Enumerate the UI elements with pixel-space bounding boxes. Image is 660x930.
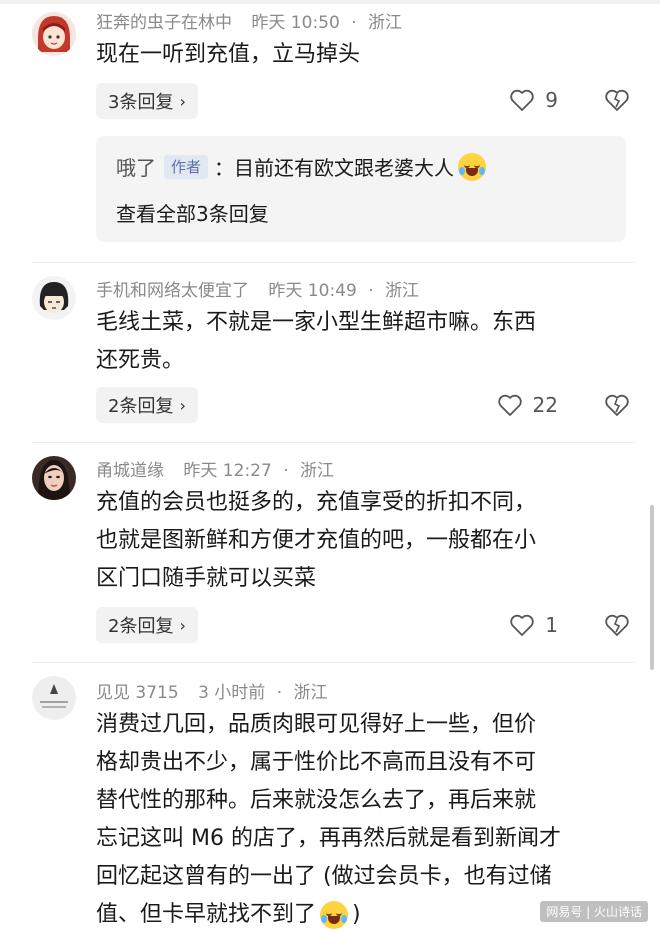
separator: · bbox=[283, 461, 289, 481]
replies-label: 2条回复 bbox=[108, 616, 174, 637]
timestamp: 昨天 12:27 bbox=[183, 461, 272, 481]
replies-button[interactable]: 2条回复 › bbox=[96, 387, 198, 423]
comment-item: 见见 3715 3 小时前 · 浙江 消费过几回，品质肉眼可见得好上一些，但价 … bbox=[0, 670, 660, 930]
username[interactable]: 甬城道缘 bbox=[96, 461, 164, 481]
comment-text: 现在一听到充值，立马掉头 bbox=[96, 36, 636, 74]
comment-text-line: 区门口随手就可以买菜 bbox=[96, 566, 317, 591]
avatar-image bbox=[32, 276, 76, 320]
sub-reply-text: ：目前还有欧文跟老婆大人 bbox=[214, 156, 455, 180]
watermark: 网易号 | 火山诗话 bbox=[540, 901, 648, 922]
comment-text-line: 毛线土菜，不就是一家小型生鲜超市嘛。东西 bbox=[96, 310, 537, 335]
comment-text-fragment: 值、但卡早就找不到了 bbox=[96, 902, 317, 927]
avatar-image bbox=[32, 12, 76, 56]
comment-meta: 狂奔的虫子在林中 昨天 10:50 · 浙江 bbox=[96, 8, 402, 33]
broken-heart-icon bbox=[605, 89, 629, 111]
replies-label: 3条回复 bbox=[108, 92, 174, 113]
comment-text-line: 格却贵出不少，属于性价比不高而且没有不可 bbox=[96, 750, 537, 775]
username[interactable]: 见见 3715 bbox=[96, 683, 179, 703]
timestamp: 3 小时前 bbox=[198, 683, 266, 703]
username[interactable]: 手机和网络太便宜了 bbox=[96, 281, 249, 301]
username[interactable]: 狂奔的虫子在林中 bbox=[96, 13, 232, 33]
view-all-replies-link[interactable]: 查看全部3条回复 bbox=[116, 198, 269, 227]
scrollbar[interactable] bbox=[650, 505, 654, 670]
replies-button[interactable]: 3条回复 › bbox=[96, 83, 198, 119]
comment-text: 毛线土菜，不就是一家小型生鲜超市嘛。东西 还死贵。 bbox=[96, 304, 636, 380]
replies-button[interactable]: 2条回复 › bbox=[96, 607, 198, 643]
comment-item: 甬城道缘 昨天 12:27 · 浙江 充值的会员也挺多的，充值享受的折扣不同， … bbox=[0, 450, 660, 665]
crying-emoji-icon bbox=[458, 152, 487, 181]
dislike-button[interactable] bbox=[604, 393, 630, 421]
heart-icon bbox=[497, 394, 522, 416]
comment-item: 手机和网络太便宜了 昨天 10:49 · 浙江 毛线土菜，不就是一家小型生鲜超市… bbox=[0, 270, 660, 443]
dislike-button[interactable] bbox=[604, 88, 630, 116]
location: 浙江 bbox=[385, 281, 420, 301]
comment-text-line: 替代性的那种。后来就没怎么去了，再后来就 bbox=[96, 788, 537, 813]
avatar-image bbox=[32, 676, 76, 720]
avatar[interactable] bbox=[32, 456, 76, 500]
location: 浙江 bbox=[293, 683, 328, 703]
like-button[interactable]: 9 bbox=[509, 88, 558, 112]
divider bbox=[32, 662, 636, 663]
comment-text-line: 也就是图新鲜和方便才充值的吧，一般都在小 bbox=[96, 528, 537, 553]
avatar[interactable] bbox=[32, 12, 76, 56]
avatar-image bbox=[32, 456, 76, 500]
like-button[interactable]: 1 bbox=[509, 613, 558, 637]
like-count: 9 bbox=[545, 88, 558, 112]
sub-reply-line: 哦了 作者 ：目前还有欧文跟老婆大人 bbox=[116, 152, 487, 181]
comment-text-line: 消费过几回，品质肉眼可见得好上一些，但价 bbox=[96, 712, 537, 737]
like-count: 1 bbox=[545, 613, 558, 637]
chevron-right-icon: › bbox=[179, 91, 186, 111]
like-count: 22 bbox=[532, 393, 558, 417]
sub-reply-username[interactable]: 哦了 bbox=[116, 152, 156, 181]
like-button[interactable]: 22 bbox=[497, 393, 558, 417]
crying-emoji-icon bbox=[320, 901, 349, 929]
separator: · bbox=[351, 13, 357, 33]
comment-text-line: 还死贵。 bbox=[96, 348, 185, 373]
comment-text-line: 充值的会员也挺多的，充值享受的折扣不同， bbox=[96, 490, 537, 515]
comment-meta: 甬城道缘 昨天 12:27 · 浙江 bbox=[96, 456, 334, 481]
comment-text: 消费过几回，品质肉眼可见得好上一些，但价 格却贵出不少，属于性价比不高而且没有不… bbox=[96, 706, 636, 930]
heart-icon bbox=[510, 89, 534, 111]
sub-reply-box[interactable]: 哦了 作者 ：目前还有欧文跟老婆大人 查看全部3条回复 bbox=[96, 136, 626, 242]
author-badge: 作者 bbox=[164, 154, 209, 179]
broken-heart-icon bbox=[605, 394, 629, 416]
separator: · bbox=[368, 281, 374, 301]
timestamp: 昨天 10:49 bbox=[268, 281, 357, 301]
replies-label: 2条回复 bbox=[108, 396, 174, 417]
dislike-button[interactable] bbox=[604, 613, 630, 641]
location: 浙江 bbox=[368, 13, 403, 33]
comment-text-fragment: ) bbox=[352, 902, 361, 927]
avatar[interactable] bbox=[32, 676, 76, 720]
comment-meta: 见见 3715 3 小时前 · 浙江 bbox=[96, 678, 328, 703]
location: 浙江 bbox=[300, 461, 335, 481]
comment-meta: 手机和网络太便宜了 昨天 10:49 · 浙江 bbox=[96, 276, 419, 301]
separator: · bbox=[276, 683, 283, 703]
comment-text-line: 忘记这叫 M6 的店了，再再然后就是看到新闻才 bbox=[96, 826, 561, 851]
broken-heart-icon bbox=[605, 614, 629, 636]
comment-text-line: 回忆起这曾有的一出了 (做过会员卡，也有过储 bbox=[96, 864, 552, 889]
divider bbox=[32, 262, 636, 263]
divider bbox=[32, 442, 636, 443]
chevron-right-icon: › bbox=[179, 395, 186, 415]
chevron-right-icon: › bbox=[179, 615, 186, 635]
timestamp: 昨天 10:50 bbox=[251, 13, 340, 33]
heart-icon bbox=[510, 614, 534, 636]
comment-item: 狂奔的虫子在林中 昨天 10:50 · 浙江 现在一听到充值，立马掉头 3条回复… bbox=[0, 0, 660, 263]
avatar[interactable] bbox=[32, 276, 76, 320]
comment-text-line: 现在一听到充值，立马掉头 bbox=[96, 42, 361, 67]
comment-text: 充值的会员也挺多的，充值享受的折扣不同， 也就是图新鲜和方便才充值的吧，一般都在… bbox=[96, 484, 636, 598]
